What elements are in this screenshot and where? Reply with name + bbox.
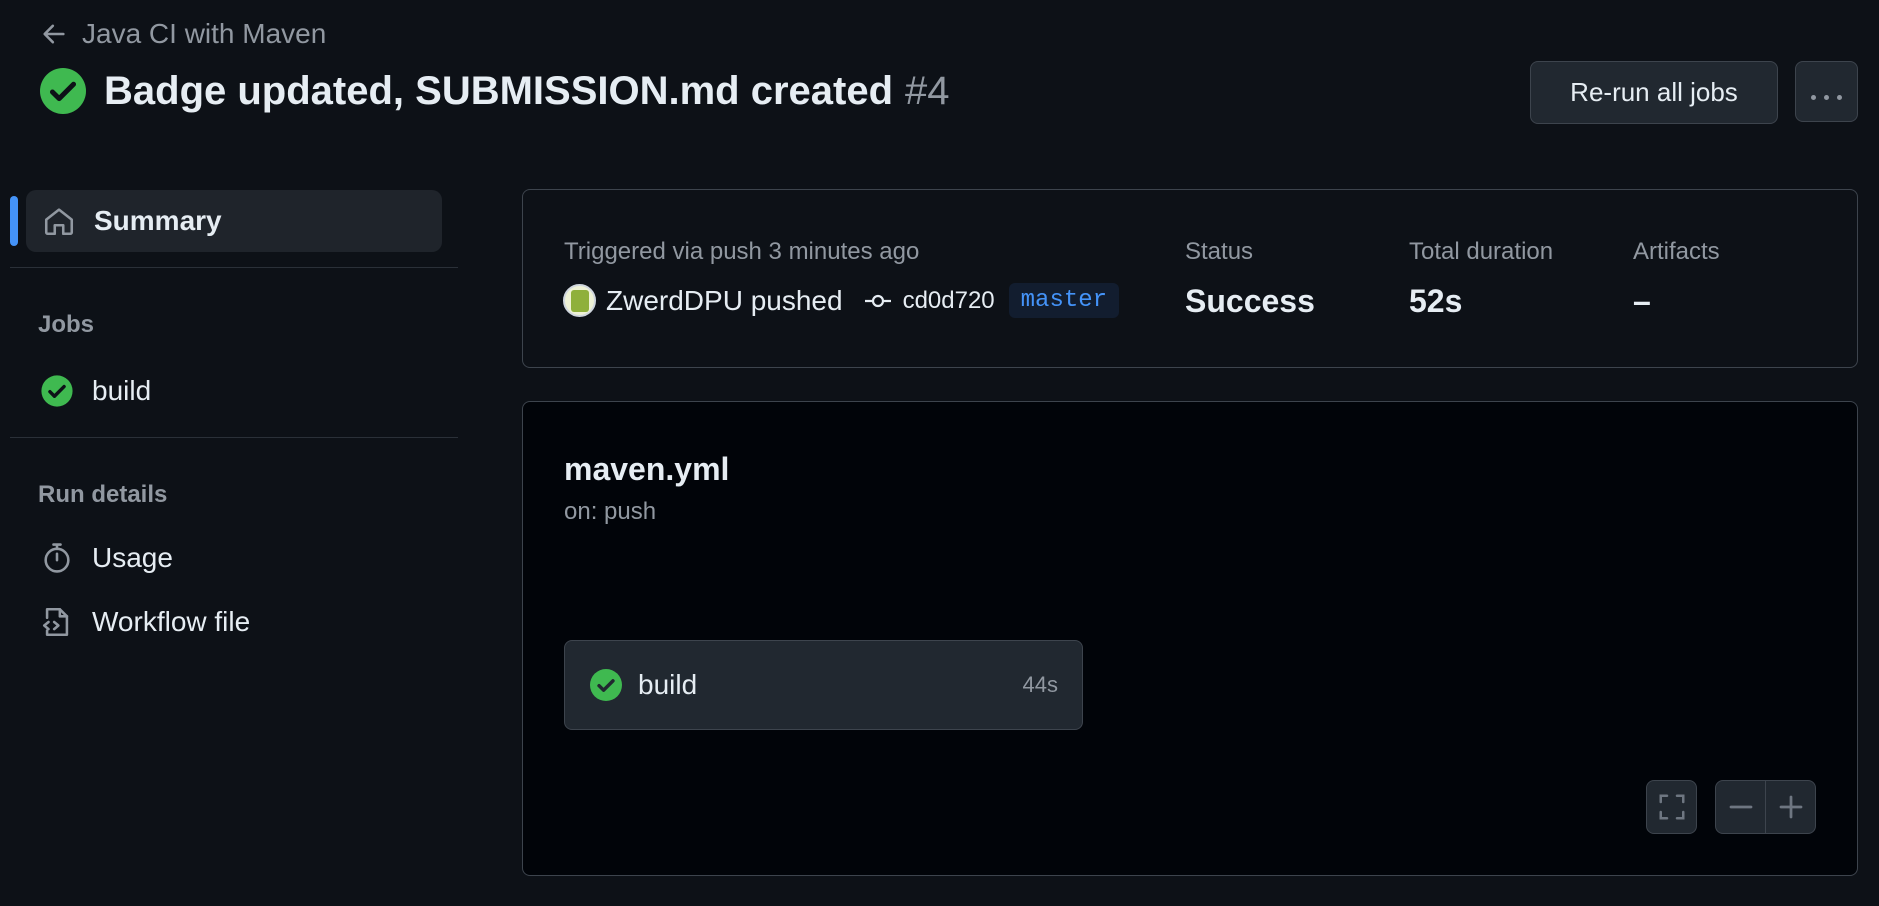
fullscreen-button[interactable] [1646,780,1697,834]
back-link-label: Java CI with Maven [82,18,327,49]
job-node-duration: 44s [1022,672,1058,697]
pusher-row: ZwerdDPU pushed cd0d720 master [563,283,1120,318]
commit-sha-link[interactable]: cd0d720 [903,287,995,315]
avatar[interactable] [563,284,596,317]
job-node-build[interactable]: build 44s [564,640,1083,730]
check-circle-fill-icon [590,669,622,701]
sidebar-divider [10,267,458,268]
run-details-heading: Run details [38,481,168,508]
check-circle-fill-icon [41,375,73,407]
git-commit-icon [864,294,891,307]
screen-full-icon [1659,794,1684,820]
sidebar-item-label: build [92,375,152,406]
zoom-in-button[interactable] [1766,781,1815,833]
duration-label: Total duration [1409,238,1554,265]
sidebar-item-label: Summary [94,205,222,236]
duration-value: 52s [1409,283,1463,319]
trigger-info: Triggered via push 3 minutes ago [564,238,920,265]
sidebar-item-build[interactable]: build [40,374,151,408]
run-number: #4 [905,68,950,113]
rerun-all-jobs-label: Re-run all jobs [1570,77,1738,107]
zoom-controls [1715,780,1816,834]
zoom-out-button[interactable] [1716,781,1766,833]
status-value: Success [1185,283,1315,319]
sidebar-item-summary[interactable]: Summary [26,190,442,252]
check-circle-fill-icon [40,68,86,114]
minus-icon [1729,805,1752,809]
job-node-name: build [638,669,698,700]
sidebar-divider [10,437,458,438]
kebab-horizontal-icon [1807,76,1846,107]
file-code-icon [42,607,69,637]
sidebar-item-label: Usage [92,542,173,573]
stopwatch-icon [44,543,70,573]
pusher-text: ZwerdDPU pushed [606,284,843,316]
sidebar-item-label: Workflow file [92,606,251,637]
status-label: Status [1185,238,1254,265]
artifacts-value: – [1633,283,1651,319]
jobs-heading: Jobs [38,311,95,338]
workflow-trigger: on: push [564,498,657,525]
run-title: Badge updated, SUBMISSION.md created [104,68,894,113]
back-link[interactable]: Java CI with Maven [40,18,326,50]
arrow-left-icon [43,24,65,44]
home-icon [44,208,74,236]
branch-badge[interactable]: master [1008,283,1120,318]
run-summary-card [522,189,1858,368]
workflow-name: maven.yml [564,451,730,487]
artifacts-label: Artifacts [1633,238,1720,265]
sidebar-item-usage[interactable]: Usage [40,541,173,575]
page-title: Badge updated, SUBMISSION.md created #4 [40,68,950,114]
more-actions-button[interactable] [1795,61,1858,122]
active-indicator [10,196,18,246]
rerun-all-jobs-button[interactable]: Re-run all jobs [1530,61,1778,124]
sidebar-item-workflow-file[interactable]: Workflow file [40,605,250,639]
plus-icon [1779,795,1802,819]
